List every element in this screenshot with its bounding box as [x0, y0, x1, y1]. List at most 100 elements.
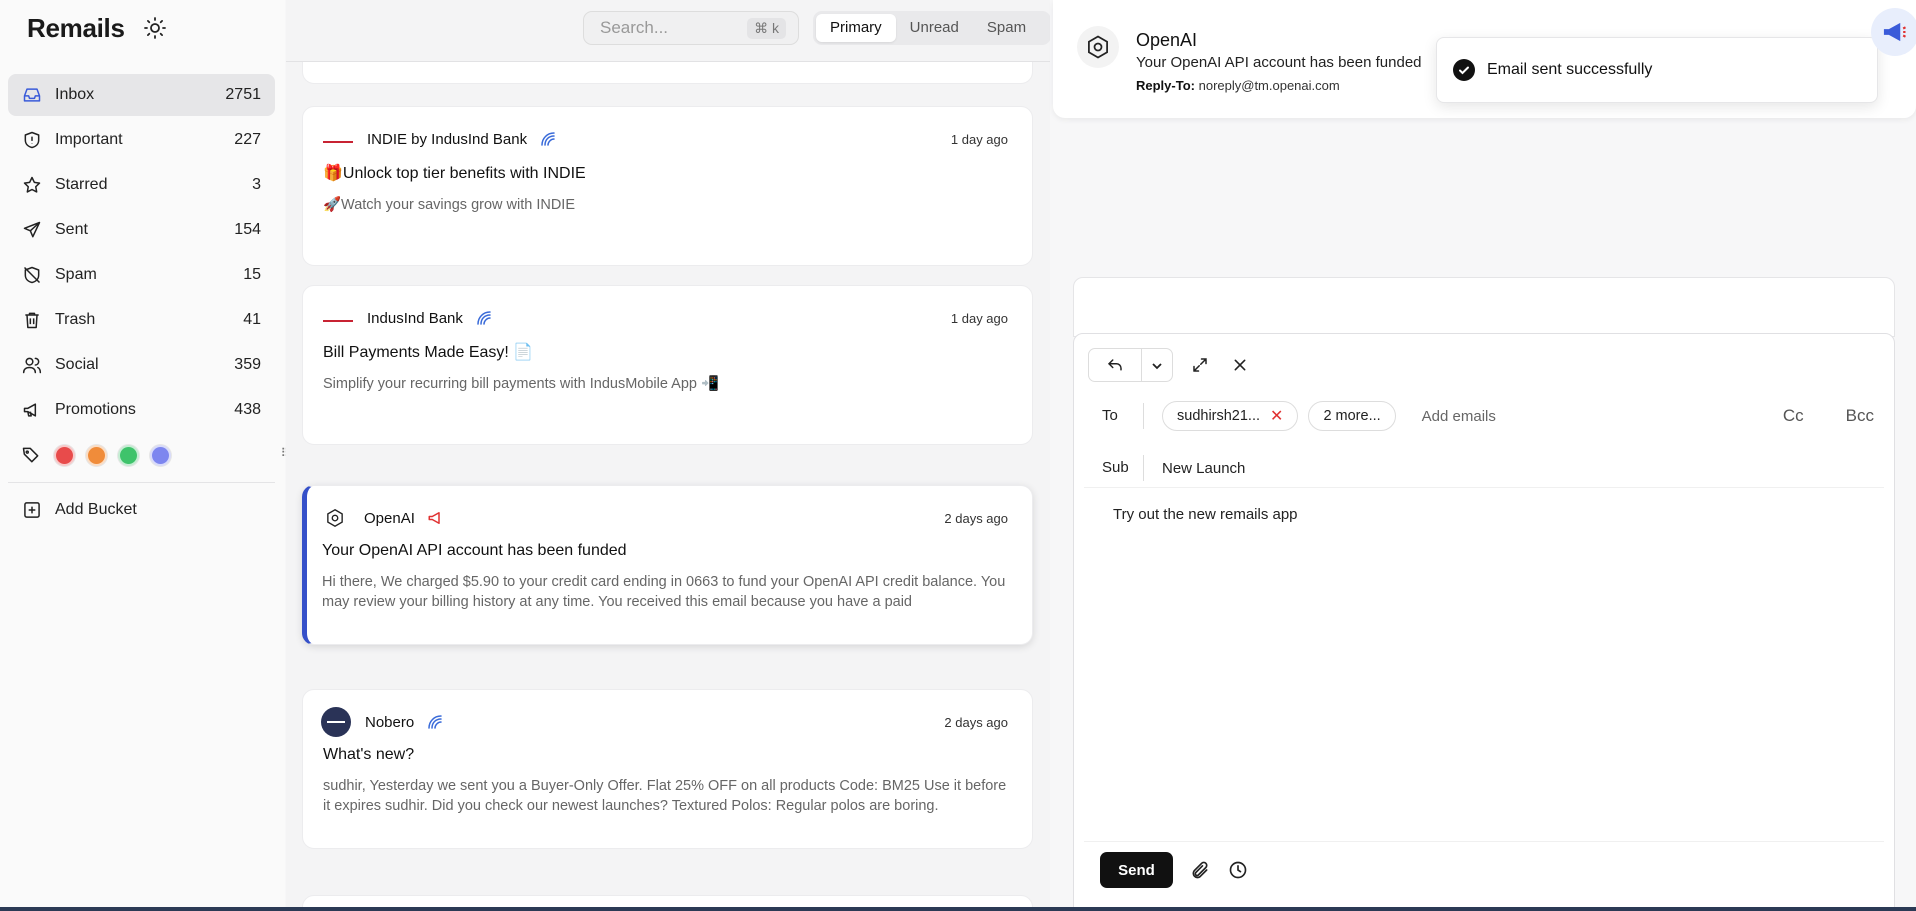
shield-icon [21, 129, 43, 151]
clock-icon[interactable] [1225, 857, 1251, 883]
sidebar-item-count: 15 [243, 266, 261, 283]
sidebar-item-promotions[interactable]: Promotions 438 [8, 389, 275, 431]
list-item[interactable]: INDIE by IndusInd Bank 1 day ago 🎁Unlock… [302, 106, 1033, 266]
more-recipients-chip[interactable]: 2 more... [1308, 401, 1396, 431]
close-icon[interactable] [1227, 352, 1253, 378]
success-toast: Email sent successfully [1436, 37, 1878, 103]
list-item-partial[interactable] [302, 62, 1033, 84]
email-date: 1 day ago [950, 310, 1008, 326]
sidebar-item-sent[interactable]: Sent 154 [8, 209, 275, 251]
send-icon [21, 219, 43, 241]
star-icon [21, 174, 43, 196]
tag-red[interactable] [54, 444, 75, 466]
add-bucket-button[interactable]: Add Bucket [8, 489, 275, 531]
sidebar-item-label: Social [55, 356, 99, 373]
send-button[interactable]: Send [1100, 852, 1173, 888]
compose-footer: Send [1100, 852, 1251, 888]
sidebar-item-spam[interactable]: Spam 15 [8, 254, 275, 296]
toast-message: Email sent successfully [1487, 61, 1653, 78]
tag-purple[interactable] [150, 444, 171, 466]
paperclip-icon[interactable] [1187, 857, 1213, 883]
sidebar-divider [8, 482, 275, 483]
email-date: 1 day ago [950, 131, 1008, 147]
theme-toggle-sun-icon[interactable] [143, 16, 167, 40]
users-icon [21, 354, 43, 376]
bcc-button[interactable]: Bcc [1846, 406, 1874, 426]
detail-subject: Your OpenAI API account has been funded [1136, 54, 1422, 71]
compose-toolbar [1088, 348, 1253, 382]
shortcut-badge: ⌘ k [747, 18, 786, 39]
search-placeholder: Search... [600, 18, 669, 37]
email-date: 2 days ago [944, 510, 1008, 526]
email-detail-pane: OpenAI Your OpenAI API account has been … [1050, 0, 1916, 911]
megaphone-icon [21, 399, 43, 421]
email-preview: Simplify your recurring bill payments wi… [323, 376, 720, 392]
compose-panel: To sudhirsh21... ✕ 2 more... Add emails C… [1073, 333, 1895, 911]
updates-icon [475, 308, 495, 328]
email-list-pane: Search... ⌘ k Primary Unread Spam INDIE … [286, 0, 1050, 911]
tab-spam[interactable]: Spam [973, 14, 1040, 42]
subject-field-row: Sub New Launch [1088, 451, 1878, 485]
list-item[interactable]: IndusInd Bank 1 day ago Bill Payments Ma… [302, 285, 1033, 445]
compose-body-editor[interactable]: Try out the new remails app [1084, 487, 1884, 842]
promotions-megaphone-icon [427, 508, 447, 528]
recipient-chip[interactable]: sudhirsh21... ✕ [1162, 401, 1299, 431]
detail-sender: OpenAI [1136, 30, 1198, 50]
expand-icon[interactable] [1187, 352, 1213, 378]
compose-body-text: Try out the new remails app [1113, 506, 1298, 523]
list-item[interactable]: Nobero 2 days ago What's new? sudhir, Ye… [302, 689, 1033, 849]
sidebar-item-starred[interactable]: Starred 3 [8, 164, 275, 206]
sidebar-item-count: 359 [234, 356, 261, 373]
indusind-logo [323, 312, 353, 322]
tag-green[interactable] [118, 444, 139, 466]
email-subject: 🎁Unlock top tier benefits with INDIE [323, 165, 586, 182]
sidebar-item-count: 227 [234, 131, 261, 148]
reply-button[interactable] [1089, 349, 1141, 381]
openai-logo-icon [1077, 26, 1119, 68]
email-subject: Your OpenAI API account has been funded [322, 542, 627, 559]
chevron-down-icon[interactable] [1141, 349, 1172, 381]
sender-name: INDIE by IndusInd Bank [367, 130, 528, 148]
sender-name: OpenAI [364, 509, 415, 527]
email-preview: Hi there, We charged $5.90 to your credi… [322, 574, 1006, 610]
to-field-row: To sudhirsh21... ✕ 2 more... Add emails C… [1088, 399, 1878, 433]
email-preview: 🚀Watch your savings grow with INDIE [323, 197, 576, 213]
sidebar-item-label: Important [55, 131, 123, 148]
add-emails-input[interactable]: Add emails [1422, 408, 1496, 425]
inbox-icon [21, 84, 43, 106]
tab-unread[interactable]: Unread [896, 14, 973, 42]
to-label: To [1088, 403, 1144, 429]
sidebar-item-count: 3 [252, 176, 261, 193]
remove-recipient-icon[interactable]: ✕ [1270, 406, 1283, 426]
detail-reply-to: Reply-To: noreply@tm.openai.com [1136, 78, 1340, 93]
filter-tabs: Primary Unread Spam [813, 11, 1050, 45]
reply-to-address: noreply@tm.openai.com [1198, 78, 1340, 93]
sender-name: Nobero [365, 713, 415, 731]
announcement-megaphone-icon[interactable] [1871, 8, 1916, 56]
trash-icon [21, 309, 43, 331]
list-item-selected[interactable]: OpenAI 2 days ago Your OpenAI API accoun… [302, 485, 1033, 645]
search-input[interactable]: Search... ⌘ k [583, 11, 799, 45]
bucket-tags [8, 434, 275, 476]
sidebar-item-count: 41 [243, 311, 261, 328]
recipient-chip-text: sudhirsh21... [1177, 408, 1261, 424]
tags-icon [21, 444, 43, 466]
sidebar-item-social[interactable]: Social 359 [8, 344, 275, 386]
sidebar-item-label: Inbox [55, 86, 95, 103]
sidebar-item-trash[interactable]: Trash 41 [8, 299, 275, 341]
cc-button[interactable]: Cc [1783, 406, 1804, 426]
app-brand: Remails [27, 13, 125, 43]
sidebar-item-inbox[interactable]: Inbox 2751 [8, 74, 275, 116]
sidebar-item-important[interactable]: Important 227 [8, 119, 275, 161]
sidebar-item-label: Trash [55, 311, 96, 328]
updates-icon [426, 712, 446, 732]
sender-name: IndusInd Bank [367, 309, 463, 327]
subject-label: Sub [1088, 455, 1144, 481]
sidebar-item-label: Starred [55, 176, 108, 193]
updates-icon [539, 129, 559, 149]
subject-input[interactable]: New Launch [1162, 460, 1245, 477]
list-toolbar: Search... ⌘ k Primary Unread Spam [286, 0, 1050, 62]
tab-primary[interactable]: Primary [816, 14, 896, 42]
tag-orange[interactable] [86, 444, 107, 466]
sidebar-nav: Inbox 2751 Important 227 Starred 3 Sent … [8, 74, 275, 534]
